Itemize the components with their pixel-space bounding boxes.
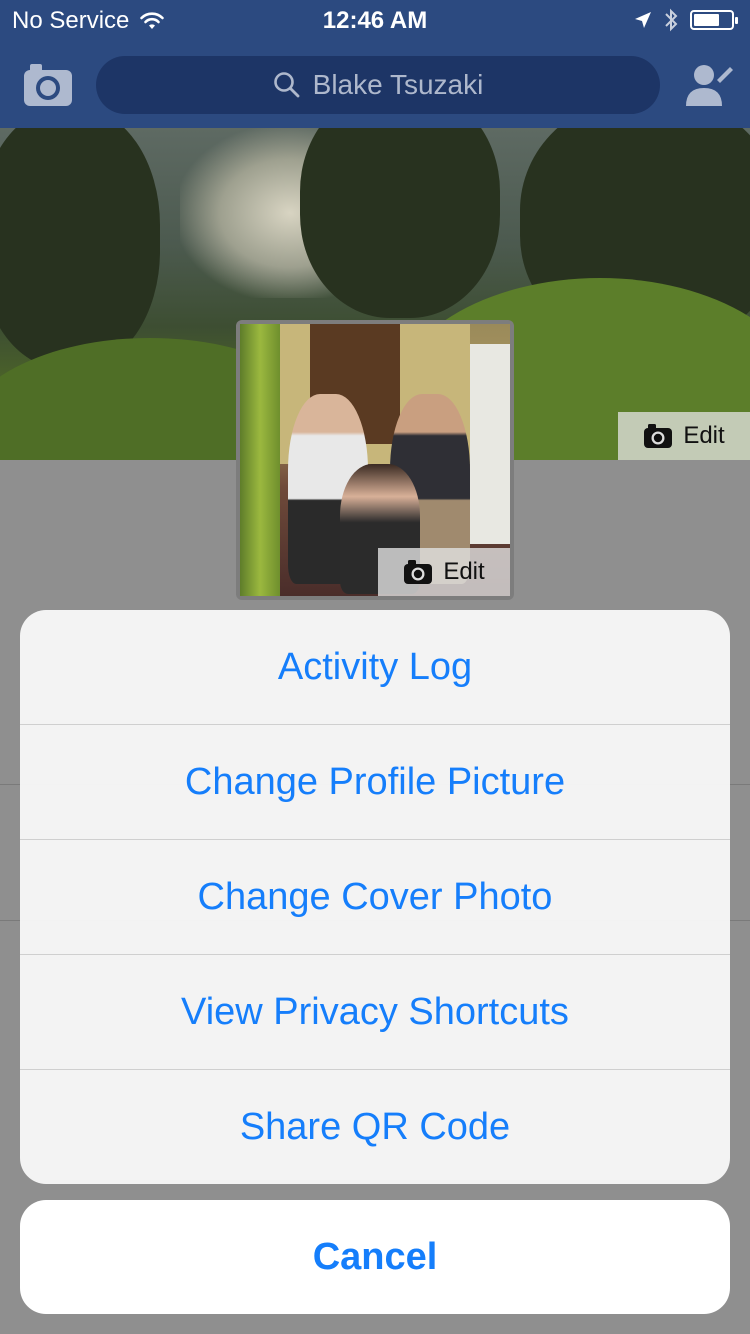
cancel-button[interactable]: Cancel (20, 1200, 730, 1314)
search-value: Blake Tsuzaki (312, 69, 484, 100)
activity-log-option[interactable]: Activity Log (20, 610, 730, 725)
battery-icon (690, 10, 738, 30)
cover-tree (300, 128, 500, 318)
edit-profile-picture-label: Edit (443, 558, 485, 585)
edit-cover-button[interactable]: Edit (618, 412, 750, 460)
action-sheet: Activity Log Change Profile Picture Chan… (20, 610, 730, 1184)
share-qr-code-option[interactable]: Share QR Code (20, 1070, 730, 1184)
change-cover-photo-option[interactable]: Change Cover Photo (20, 840, 730, 955)
change-profile-picture-option[interactable]: Change Profile Picture (20, 725, 730, 840)
profile-picture[interactable]: Edit (236, 320, 514, 600)
navigation-bar: Blake Tsuzaki (0, 40, 750, 128)
edit-profile-picture-button[interactable]: Edit (378, 548, 510, 596)
friend-request-icon[interactable] (684, 60, 734, 110)
status-right (634, 8, 738, 32)
battery-level (694, 14, 719, 26)
view-privacy-shortcuts-option[interactable]: View Privacy Shortcuts (20, 955, 730, 1070)
bluetooth-icon (665, 8, 678, 32)
status-bar: No Service 12:46 AM (0, 0, 750, 40)
photo-bush (240, 324, 280, 596)
location-arrow-icon (635, 12, 651, 28)
search-bar[interactable]: Blake Tsuzaki (96, 56, 660, 114)
cover-tree (0, 128, 160, 368)
edit-cover-label: Edit (683, 422, 725, 449)
camera-icon[interactable] (22, 62, 74, 108)
camera-icon (644, 424, 673, 448)
search-icon (273, 72, 300, 98)
camera-icon (404, 560, 433, 584)
photo-railing (470, 344, 510, 544)
